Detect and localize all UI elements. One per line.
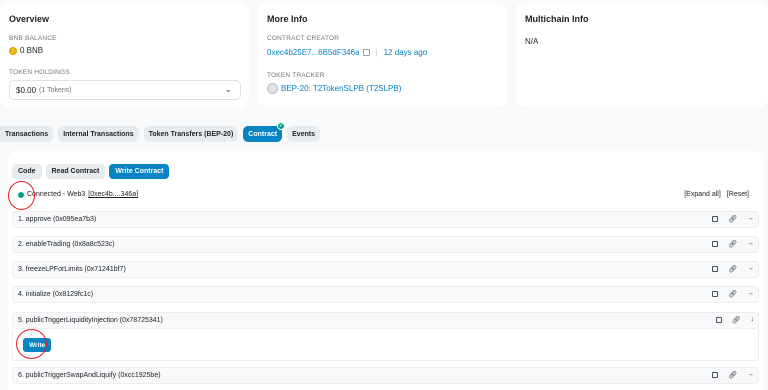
annotation-circle (16, 329, 47, 359)
token-holdings-count: (1 Tokens) (39, 86, 72, 94)
more-info-card: More Info CONTRACT CREATOR 0xec4b25E7...… (258, 3, 507, 107)
link-icon[interactable]: 🔗︎ (728, 215, 737, 223)
function-label: 3. freezeLPForLimits (0x71241bf7) (18, 266, 126, 273)
chevron-down-icon: ⌄ (224, 84, 232, 94)
function-row[interactable]: 5. publicTriggerLiquidityInjection (0x78… (12, 312, 759, 329)
tab-token-transfers[interactable]: Token Transfers (BEP-20) (143, 126, 239, 142)
row-icons: 🔗︎ → (712, 265, 754, 273)
copy-icon[interactable] (712, 372, 719, 378)
token-holdings-select[interactable]: $0.00 (1 Tokens) ⌄ (9, 80, 241, 100)
contract-subtabs: Code Read Contract Write Contract (12, 164, 170, 179)
copy-icon[interactable] (712, 266, 719, 272)
function-row[interactable]: 6. publicTriggerSwapAndLiquify (0xcc1925… (12, 367, 759, 384)
multichain-title: Multichain Info (525, 14, 589, 24)
bnb-icon (9, 46, 17, 55)
row-icons: 🔗︎ → (712, 290, 754, 298)
token-holdings-value: $0.00 (16, 85, 37, 95)
link-icon[interactable]: 🔗︎ (728, 371, 737, 379)
multichain-card: Multichain Info N/A (516, 3, 768, 107)
function-expanded-body: Write (12, 329, 759, 361)
arrow-right-icon[interactable]: → (747, 240, 754, 248)
overview-card: Overview BNB BALANCE 0 BNB TOKEN HOLDING… (0, 3, 249, 107)
row-icons: 🔗︎ → (712, 215, 754, 223)
copy-icon[interactable] (712, 241, 719, 247)
bnb-balance-label: BNB BALANCE (9, 35, 57, 42)
arrow-right-icon[interactable]: → (747, 215, 754, 223)
function-row[interactable]: 1. approve (0x095ea7b3) 🔗︎ → (12, 211, 759, 228)
tab-contract-label: Contract (248, 130, 278, 138)
token-tracker-link[interactable]: BEP-20: T2TokenSLPB (T2SLPB) (281, 84, 401, 93)
annotation-circle (8, 181, 35, 210)
token-logo-icon (267, 83, 278, 94)
function-label: 1. approve (0x095ea7b3) (18, 216, 97, 223)
copy-icon[interactable] (712, 291, 719, 297)
tab-transactions[interactable]: Transactions (0, 126, 54, 142)
bnb-balance-value: 0 BNB (9, 46, 43, 55)
link-icon[interactable]: 🔗︎ (732, 316, 741, 324)
token-tracker-label: TOKEN TRACKER (267, 72, 325, 79)
function-label: 5. publicTriggerLiquidityInjection (0x78… (18, 317, 163, 324)
copy-icon[interactable] (362, 49, 370, 56)
subtab-code[interactable]: Code (12, 164, 42, 179)
link-icon[interactable]: 🔗︎ (728, 290, 737, 298)
multichain-value: N/A (525, 37, 539, 46)
function-label: 2. enableTrading (0x8a8c523c) (18, 241, 115, 248)
row-icons: 🔗︎ ↓ (715, 316, 755, 324)
token-tracker-row: BEP-20: T2TokenSLPB (T2SLPB) (267, 83, 401, 94)
separator: | (375, 48, 378, 57)
token-holdings-label: TOKEN HOLDINGS (9, 69, 70, 76)
contract-creator-label: CONTRACT CREATOR (267, 35, 340, 42)
tab-events[interactable]: Events (287, 126, 321, 142)
more-info-title: More Info (267, 14, 308, 24)
subtab-read-contract[interactable]: Read Contract (45, 164, 106, 179)
expand-reset-links: [Expand all] [Reset] (684, 191, 749, 198)
copy-icon[interactable] (715, 317, 722, 323)
tab-contract[interactable]: Contract ✓ (243, 122, 286, 142)
overview-title: Overview (9, 14, 50, 24)
connected-address-link[interactable]: [0xec4b....346a] (88, 191, 138, 198)
verified-check-icon: ✓ (277, 122, 286, 130)
row-icons: 🔗︎ → (712, 371, 754, 379)
subtab-write-contract[interactable]: Write Contract (109, 164, 170, 179)
creator-tx-age-link[interactable]: 12 days ago (384, 48, 428, 57)
function-row[interactable]: 2. enableTrading (0x8a8c523c) 🔗︎ → (12, 236, 759, 253)
arrow-right-icon[interactable]: → (747, 371, 754, 379)
contract-panel: Code Read Contract Write Contract Connec… (8, 151, 764, 390)
link-icon[interactable]: 🔗︎ (728, 265, 737, 273)
link-icon[interactable]: 🔗︎ (728, 240, 737, 248)
function-label: 4. initialize (0x8129fc1c) (18, 291, 94, 298)
function-row[interactable]: 3. freezeLPForLimits (0x71241bf7) 🔗︎ → (12, 261, 759, 278)
connection-status-text: Connected - Web3 (27, 191, 86, 198)
arrow-right-icon[interactable]: → (747, 265, 754, 273)
page-tabs: Transactions Internal Transactions Token… (0, 122, 321, 142)
web3-connection-status: Connected - Web3 [0xec4b....346a] (18, 191, 138, 198)
creator-address-link[interactable]: 0xec4b25E7...6B5dF346a (267, 48, 360, 57)
function-row[interactable]: 4. initialize (0x8129fc1c) 🔗︎ → (12, 286, 759, 303)
copy-icon[interactable] (712, 216, 719, 222)
row-icons: 🔗︎ → (712, 240, 754, 248)
expand-all-link[interactable]: [Expand all] (684, 191, 721, 198)
reset-link[interactable]: [Reset] (727, 191, 749, 198)
arrow-down-icon[interactable]: ↓ (751, 316, 755, 324)
tab-internal-transactions[interactable]: Internal Transactions (58, 126, 139, 142)
function-label: 6. publicTriggerSwapAndLiquify (0xcc1925… (18, 372, 161, 379)
arrow-right-icon[interactable]: → (747, 290, 754, 298)
contract-creator-row: 0xec4b25E7...6B5dF346a | 12 days ago (267, 48, 427, 57)
